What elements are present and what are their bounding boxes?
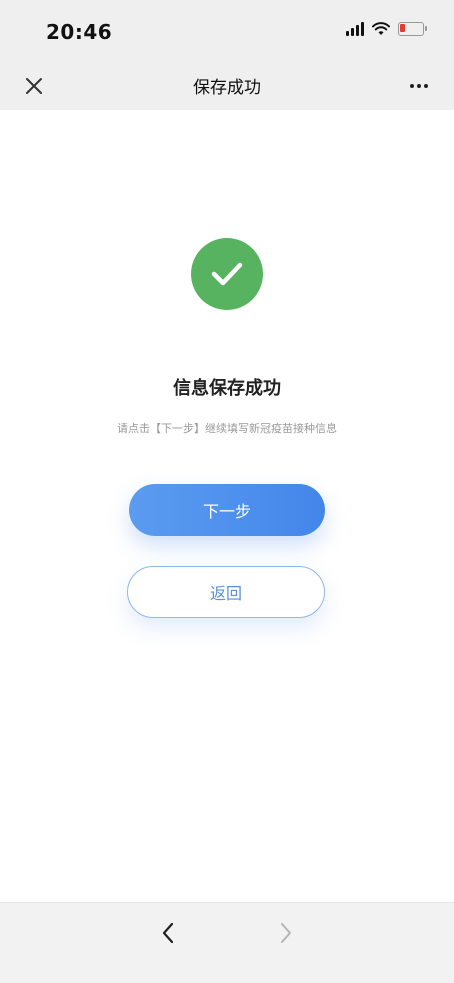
success-subtitle: 请点击【下一步】继续填写新冠疫苗接种信息 <box>117 422 337 435</box>
status-icons <box>346 22 427 36</box>
signal-icon <box>346 22 364 36</box>
more-icon <box>410 84 414 88</box>
return-button[interactable]: 返回 <box>127 566 325 618</box>
battery-level <box>400 24 405 32</box>
nav-bar: 保存成功 <box>0 62 454 110</box>
forward-button[interactable] <box>268 915 304 951</box>
success-badge <box>191 238 263 310</box>
chevron-right-icon <box>281 923 291 943</box>
wifi-icon <box>372 22 390 35</box>
battery-icon <box>398 22 427 36</box>
success-title: 信息保存成功 <box>173 378 281 399</box>
check-icon <box>211 262 243 286</box>
back-button[interactable] <box>150 915 186 951</box>
chevron-left-icon <box>162 922 174 944</box>
bottom-toolbar <box>0 902 454 983</box>
status-bar: 20:46 <box>0 0 454 62</box>
main-content: 信息保存成功 请点击【下一步】继续填写新冠疫苗接种信息 下一步 返回 <box>0 110 454 902</box>
more-button[interactable] <box>404 72 434 100</box>
next-step-button[interactable]: 下一步 <box>129 484 325 536</box>
status-time: 20:46 <box>46 20 113 44</box>
page-title: 保存成功 <box>193 78 261 98</box>
